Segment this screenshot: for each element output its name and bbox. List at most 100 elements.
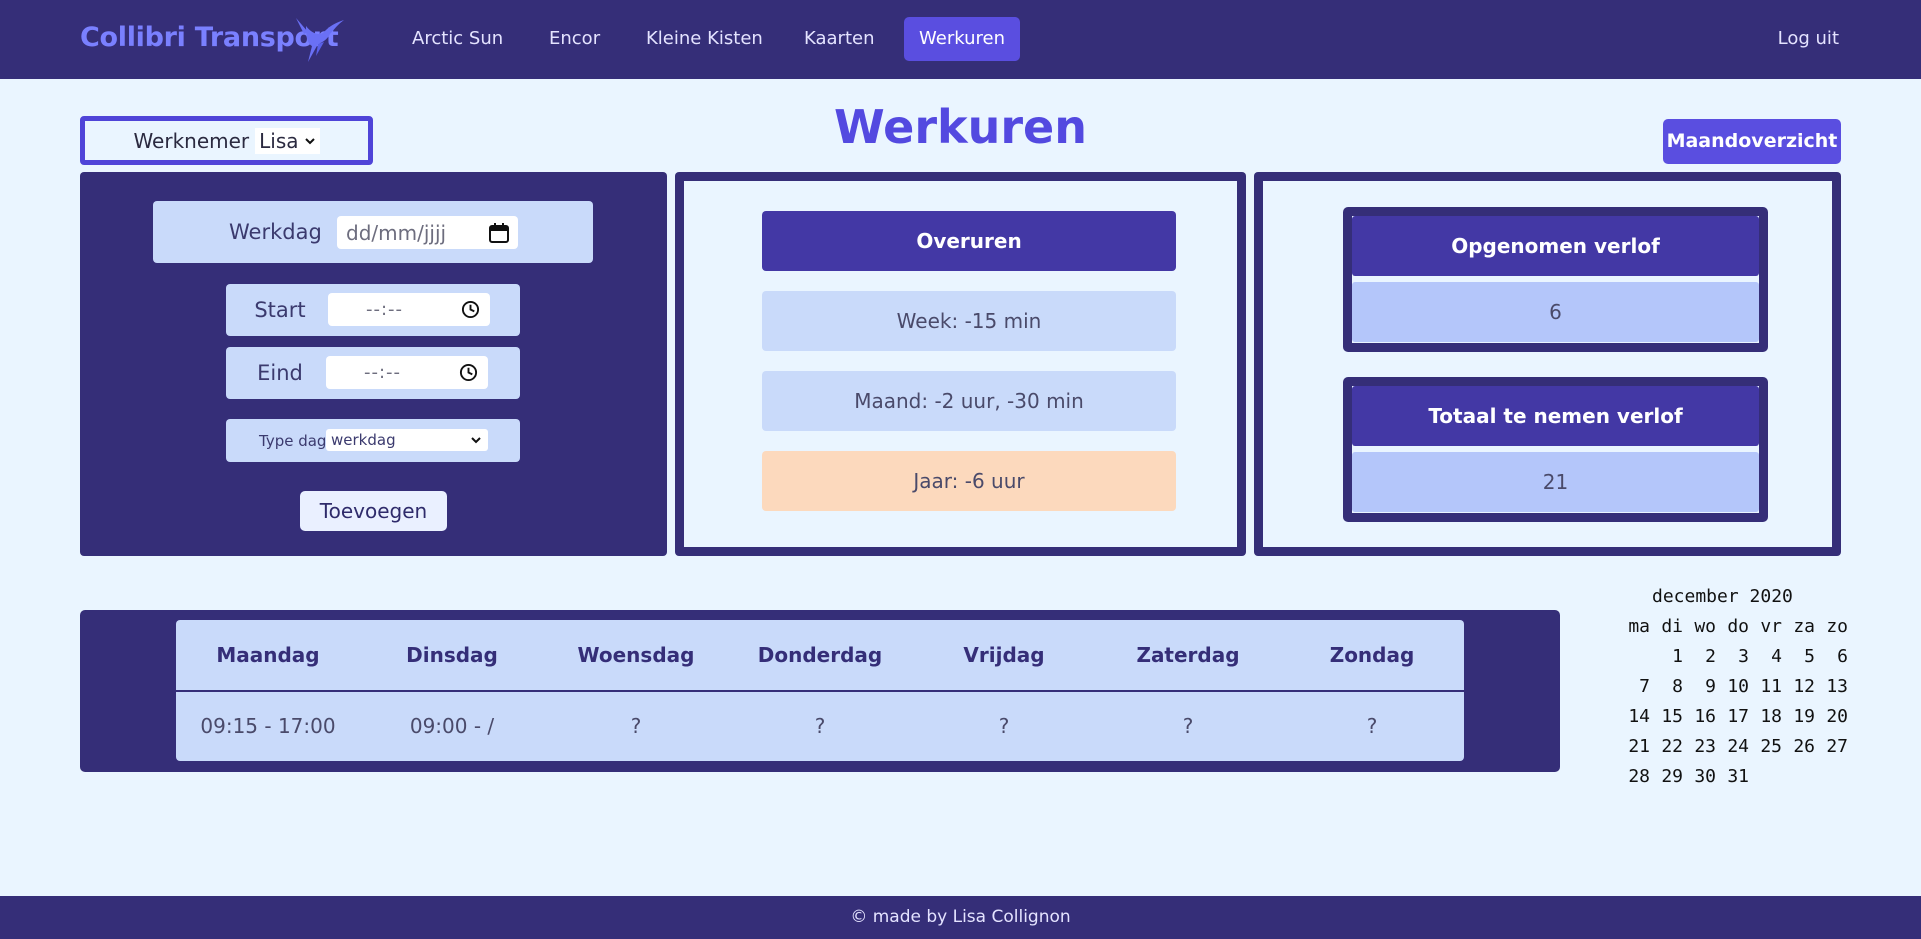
totaal-verlof-label: Totaal te nemen verlof: [1352, 386, 1759, 446]
week-cell-donderdag: ?: [814, 714, 826, 738]
mini-calendar-day[interactable]: 8: [1650, 676, 1683, 697]
type-dag-value: werkdag: [331, 431, 396, 449]
clock-icon[interactable]: [459, 363, 478, 382]
type-dag-select[interactable]: werkdag: [326, 429, 488, 451]
maandoverzicht-button[interactable]: Maandoverzicht: [1663, 119, 1841, 164]
mini-calendar-title: december 2020: [1652, 586, 1793, 607]
mini-calendar-day[interactable]: 10: [1716, 676, 1749, 697]
mini-calendar-day[interactable]: 1: [1650, 646, 1683, 667]
werkdag-date-input[interactable]: dd/mm/jjjj: [337, 216, 518, 249]
week-header-zaterdag: Zaterdag: [1136, 643, 1240, 667]
mini-calendar-day[interactable]: 15: [1650, 706, 1683, 727]
opgenomen-verlof-card: Opgenomen verlof 6: [1343, 207, 1768, 352]
mini-calendar-weekday: do: [1727, 616, 1749, 637]
mini-calendar-day[interactable]: 30: [1683, 766, 1716, 787]
mini-calendar-weekday: ma: [1628, 616, 1650, 637]
mini-calendar-day[interactable]: 4: [1749, 646, 1782, 667]
week-cell-vrijdag: ?: [998, 714, 1010, 738]
eind-time-placeholder: --:--: [364, 362, 402, 383]
werkdag-label: Werkdag: [229, 220, 322, 244]
week-cell-maandag: 09:15 - 17:00: [200, 714, 336, 738]
werkdag-placeholder: dd/mm/jjjj: [346, 220, 447, 245]
mini-calendar-weekday: vr: [1760, 616, 1782, 637]
nav-arctic-sun[interactable]: Arctic Sun: [397, 17, 518, 61]
mini-calendar-day[interactable]: 12: [1782, 676, 1815, 697]
week-header-woensdag: Woensdag: [577, 643, 695, 667]
chevron-down-icon: [471, 437, 481, 444]
hummingbird-logo-icon: [296, 18, 344, 62]
mini-calendar-day[interactable]: 16: [1683, 706, 1716, 727]
overuren-maand: Maand: -2 uur, -30 min: [762, 371, 1176, 431]
nav-kaarten[interactable]: Kaarten: [789, 17, 890, 61]
week-header-dinsdag: Dinsdag: [406, 643, 498, 667]
mini-calendar-day[interactable]: 20: [1815, 706, 1848, 727]
week-cell-zaterdag: ?: [1182, 714, 1194, 738]
week-header-maandag: Maandag: [216, 643, 320, 667]
week-header-zondag: Zondag: [1329, 643, 1415, 667]
overuren-title: Overuren: [762, 211, 1176, 271]
week-overview-panel: Maandag Dinsdag Woensdag Donderdag Vrijd…: [80, 610, 1560, 772]
start-time-placeholder: --:--: [366, 299, 404, 320]
navbar: Collibri Transport Arctic Sun Encor Klei…: [0, 0, 1921, 79]
mini-calendar-day[interactable]: 19: [1782, 706, 1815, 727]
werkdag-field: Werkdag dd/mm/jjjj: [153, 201, 593, 263]
mini-calendar-day[interactable]: 25: [1749, 736, 1782, 757]
start-field: Start --:--: [226, 284, 520, 336]
mini-calendar-day[interactable]: 31: [1716, 766, 1749, 787]
mini-calendar-day[interactable]: 18: [1749, 706, 1782, 727]
mini-calendar-day[interactable]: 24: [1716, 736, 1749, 757]
opgenomen-verlof-label: Opgenomen verlof: [1352, 216, 1759, 276]
week-header-donderdag: Donderdag: [757, 643, 883, 667]
clock-icon[interactable]: [461, 300, 480, 319]
mini-calendar-day[interactable]: 17: [1716, 706, 1749, 727]
mini-calendar-day[interactable]: 23: [1683, 736, 1716, 757]
mini-calendar-day[interactable]: 9: [1683, 676, 1716, 697]
opgenomen-verlof-value: 6: [1352, 282, 1759, 342]
overuren-jaar: Jaar: -6 uur: [762, 451, 1176, 511]
mini-calendar-day[interactable]: 11: [1749, 676, 1782, 697]
type-dag-label: Type dag: [259, 431, 327, 450]
week-cell-zondag: ?: [1366, 714, 1378, 738]
mini-calendar-day[interactable]: 22: [1650, 736, 1683, 757]
mini-calendar-weekday: zo: [1826, 616, 1848, 637]
footer: © made by Lisa Collignon: [0, 896, 1921, 939]
overuren-week: Week: -15 min: [762, 291, 1176, 351]
mini-calendar-weekday: wo: [1694, 616, 1716, 637]
mini-calendar-weekday: di: [1661, 616, 1683, 637]
toevoegen-button[interactable]: Toevoegen: [300, 491, 447, 531]
eind-field: Eind --:--: [226, 347, 520, 399]
mini-calendar-weekday: za: [1793, 616, 1815, 637]
verlof-panel: Opgenomen verlof 6 Totaal te nemen verlo…: [1254, 172, 1841, 556]
calendar-icon[interactable]: [488, 222, 510, 244]
page-title: Werkuren: [834, 100, 1087, 154]
mini-calendar-day[interactable]: 7: [1617, 676, 1650, 697]
totaal-verlof-value: 21: [1352, 452, 1759, 512]
logout-link[interactable]: Log uit: [1778, 17, 1839, 61]
mini-calendar-day[interactable]: 27: [1815, 736, 1848, 757]
nav-encor[interactable]: Encor: [534, 17, 615, 61]
eind-time-input[interactable]: --:--: [326, 356, 488, 389]
entry-form-panel: Werkdag dd/mm/jjjj Start --:-- Eind --:-…: [80, 172, 667, 556]
start-time-input[interactable]: --:--: [328, 293, 490, 326]
mini-calendar-day[interactable]: 5: [1782, 646, 1815, 667]
mini-calendar-day[interactable]: 3: [1716, 646, 1749, 667]
mini-calendar-day[interactable]: 6: [1815, 646, 1848, 667]
eind-label: Eind: [257, 361, 303, 385]
week-cell-woensdag: ?: [630, 714, 642, 738]
mini-calendar-day[interactable]: 13: [1815, 676, 1848, 697]
mini-calendar-day[interactable]: 26: [1782, 736, 1815, 757]
start-label: Start: [254, 298, 306, 322]
week-cell-dinsdag: 09:00 - /: [409, 714, 495, 738]
mini-calendar-day[interactable]: 21: [1617, 736, 1650, 757]
mini-calendar-day[interactable]: 29: [1650, 766, 1683, 787]
mini-calendar-day[interactable]: 14: [1617, 706, 1650, 727]
nav-kleine-kisten[interactable]: Kleine Kisten: [631, 17, 778, 61]
type-dag-field: Type dag werkdag: [226, 419, 520, 462]
week-table: Maandag Dinsdag Woensdag Donderdag Vrijd…: [176, 620, 1464, 761]
overuren-panel: Overuren Week: -15 min Maand: -2 uur, -3…: [675, 172, 1246, 556]
totaal-verlof-card: Totaal te nemen verlof 21: [1343, 377, 1768, 522]
mini-calendar-day[interactable]: 28: [1617, 766, 1650, 787]
week-header-vrijdag: Vrijdag: [963, 643, 1045, 667]
mini-calendar-day[interactable]: 2: [1683, 646, 1716, 667]
nav-werkuren[interactable]: Werkuren: [904, 17, 1020, 61]
